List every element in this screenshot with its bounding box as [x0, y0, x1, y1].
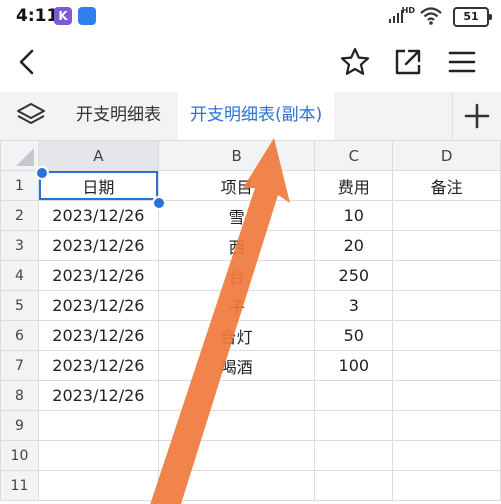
cell-c2[interactable]: 10 [314, 200, 394, 231]
cell-d3[interactable] [392, 230, 501, 261]
cell-d9[interactable] [392, 410, 501, 441]
cell-a3[interactable]: 2023/12/26 [37, 230, 159, 261]
wifi-icon [420, 7, 442, 25]
network-type-label: HD [401, 6, 415, 15]
column-header-a[interactable]: A [37, 140, 159, 171]
cell-a11[interactable] [37, 470, 159, 501]
cell-c11[interactable] [314, 470, 394, 501]
tab-expense-sheet-copy[interactable]: 开支明细表(副本) [178, 92, 335, 140]
cell-c9[interactable] [314, 410, 394, 441]
cell-d4[interactable] [392, 260, 501, 291]
cell-a2[interactable]: 2023/12/26 [37, 200, 159, 231]
table-row: 5 2023/12/26 子 3 [0, 290, 501, 321]
cell-b4[interactable]: 台 [157, 260, 316, 291]
signal-icon [389, 10, 403, 23]
table-row: 9 [0, 410, 501, 441]
cell-b1[interactable]: 项目 [157, 170, 316, 201]
row-header[interactable]: 11 [0, 470, 39, 501]
tab-expense-sheet[interactable]: 开支明细表 [64, 92, 173, 140]
column-header-c[interactable]: C [314, 140, 394, 171]
row-header[interactable]: 8 [0, 380, 39, 411]
table-row: 3 2023/12/26 西 20 [0, 230, 501, 261]
cell-c8[interactable] [314, 380, 394, 411]
table-row: 4 2023/12/26 台 250 [0, 260, 501, 291]
status-bar: 4:11 K HD 51 [0, 0, 501, 34]
cell-b10[interactable] [157, 440, 316, 471]
cell-b5[interactable]: 子 [157, 290, 316, 321]
battery-icon: 51 [453, 7, 492, 27]
cell-c6[interactable]: 50 [314, 320, 394, 351]
cell-d1[interactable]: 备注 [392, 170, 501, 201]
cell-c3[interactable]: 20 [314, 230, 394, 261]
cell-a7[interactable]: 2023/12/26 [37, 350, 159, 381]
cell-b8[interactable] [157, 380, 316, 411]
cell-d2[interactable] [392, 200, 501, 231]
table-row: 2 2023/12/26 雪 10 [0, 200, 501, 231]
toolbar [0, 40, 501, 84]
table-row: 7 2023/12/26 喝酒 100 [0, 350, 501, 381]
cell-a1[interactable]: 日期 [37, 170, 159, 201]
menu-icon[interactable] [446, 46, 478, 78]
cell-c4[interactable]: 250 [314, 260, 394, 291]
cell-d10[interactable] [392, 440, 501, 471]
column-header-d[interactable]: D [392, 140, 501, 171]
table-row: 11 [0, 470, 501, 501]
status-time: 4:11 [16, 6, 59, 26]
row-header[interactable]: 9 [0, 410, 39, 441]
table-row: 8 2023/12/26 [0, 380, 501, 411]
add-sheet-icon[interactable] [452, 92, 501, 140]
column-header-row: A B C D [0, 140, 501, 171]
table-row: 6 2023/12/26 台灯 50 [0, 320, 501, 351]
row-header[interactable]: 5 [0, 290, 39, 321]
table-row: 1 日期 项目 费用 备注 [0, 170, 501, 201]
cell-d8[interactable] [392, 380, 501, 411]
selection-handle-bottom[interactable] [152, 196, 166, 210]
spreadsheet-grid: A B C D 1 日期 项目 费用 备注 2 2023/12/26 雪 10 … [0, 140, 501, 501]
share-icon[interactable] [392, 46, 424, 78]
blue-app-icon [78, 7, 96, 25]
cell-c7[interactable]: 100 [314, 350, 394, 381]
cell-b9[interactable] [157, 410, 316, 441]
sheet-tab-bar: 开支明细表 开支明细表(副本) [0, 92, 501, 141]
row-header[interactable]: 7 [0, 350, 39, 381]
row-header[interactable]: 2 [0, 200, 39, 231]
back-icon[interactable] [12, 46, 44, 78]
cell-a10[interactable] [37, 440, 159, 471]
cell-d11[interactable] [392, 470, 501, 501]
cell-a9[interactable] [37, 410, 159, 441]
select-all-corner[interactable] [0, 140, 39, 171]
layers-icon[interactable] [0, 92, 62, 140]
star-icon[interactable] [339, 46, 371, 78]
k-app-icon: K [54, 7, 72, 25]
selection-handle-top[interactable] [35, 166, 49, 180]
row-header[interactable]: 6 [0, 320, 39, 351]
row-header[interactable]: 3 [0, 230, 39, 261]
cell-c1[interactable]: 费用 [314, 170, 394, 201]
cell-c10[interactable] [314, 440, 394, 471]
cell-c5[interactable]: 3 [314, 290, 394, 321]
row-header[interactable]: 1 [0, 170, 39, 201]
cell-b2[interactable]: 雪 [157, 200, 316, 231]
cell-a4[interactable]: 2023/12/26 [37, 260, 159, 291]
table-row: 10 [0, 440, 501, 471]
cell-b11[interactable] [157, 470, 316, 501]
cell-a8[interactable]: 2023/12/26 [37, 380, 159, 411]
cell-d6[interactable] [392, 320, 501, 351]
row-header[interactable]: 10 [0, 440, 39, 471]
cell-b6[interactable]: 台灯 [157, 320, 316, 351]
column-header-b[interactable]: B [157, 140, 316, 171]
cell-a6[interactable]: 2023/12/26 [37, 320, 159, 351]
row-header[interactable]: 4 [0, 260, 39, 291]
cell-a5[interactable]: 2023/12/26 [37, 290, 159, 321]
cell-b7[interactable]: 喝酒 [157, 350, 316, 381]
cell-d5[interactable] [392, 290, 501, 321]
cell-d7[interactable] [392, 350, 501, 381]
cell-b3[interactable]: 西 [157, 230, 316, 261]
